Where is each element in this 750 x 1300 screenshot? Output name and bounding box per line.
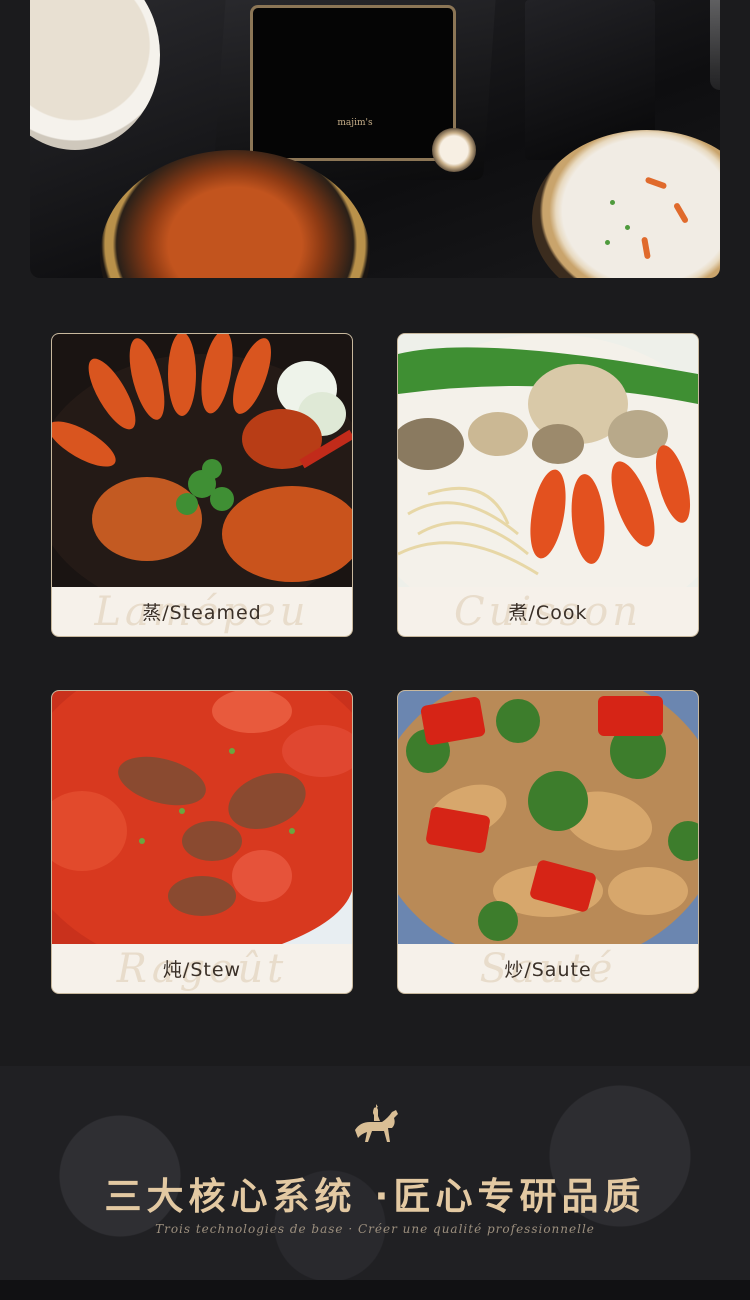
- scallion-garnish: [610, 200, 615, 205]
- cooking-machine-screen: [250, 5, 456, 161]
- card-caption: Ragoût 炖/Stew: [52, 944, 352, 993]
- footer-banner: 三大核心系统 ·匠心专研品质 Trois technologies de bas…: [0, 1066, 750, 1280]
- horse-rider-icon: [355, 1104, 398, 1142]
- card-cook[interactable]: Cuisson 煮/Cook: [397, 333, 699, 637]
- card-label: 炖/Stew: [162, 959, 242, 981]
- scallion-garnish: [625, 225, 630, 230]
- steamed-crab-shrimp-photo: [52, 334, 352, 587]
- scallion-garnish: [605, 240, 610, 245]
- machine-knob: [432, 128, 476, 172]
- card-caption: Sauté 炒/Saute: [398, 944, 698, 993]
- card-label: 蒸/Steamed: [142, 602, 262, 624]
- tomato-beef-stew-photo: [52, 691, 352, 944]
- seafood-noodle-soup-photo: [398, 334, 698, 587]
- card-stew[interactable]: Ragoût 炖/Stew: [51, 690, 353, 994]
- wine-glass-image: [710, 0, 720, 90]
- card-label: 煮/Cook: [508, 602, 588, 624]
- footer-headline: 三大核心系统 ·匠心专研品质: [104, 1175, 646, 1218]
- card-steamed[interactable]: Lamépeu 蒸/Steamed: [51, 333, 353, 637]
- footer-strip: [0, 1280, 750, 1300]
- card-saute[interactable]: Sauté 炒/Saute: [397, 690, 699, 994]
- footer-subline: Trois technologies de base · Créer une q…: [155, 1222, 595, 1236]
- hero-image: majim's: [30, 0, 720, 278]
- machine-brand-label: majim's: [337, 118, 373, 128]
- stir-fried-chicken-broccoli-photo: [398, 691, 698, 944]
- fish-plate-image: [30, 0, 160, 150]
- card-caption: Cuisson 煮/Cook: [398, 587, 698, 636]
- card-caption: Lamépeu 蒸/Steamed: [52, 587, 352, 636]
- card-label: 炒/Saute: [504, 959, 592, 981]
